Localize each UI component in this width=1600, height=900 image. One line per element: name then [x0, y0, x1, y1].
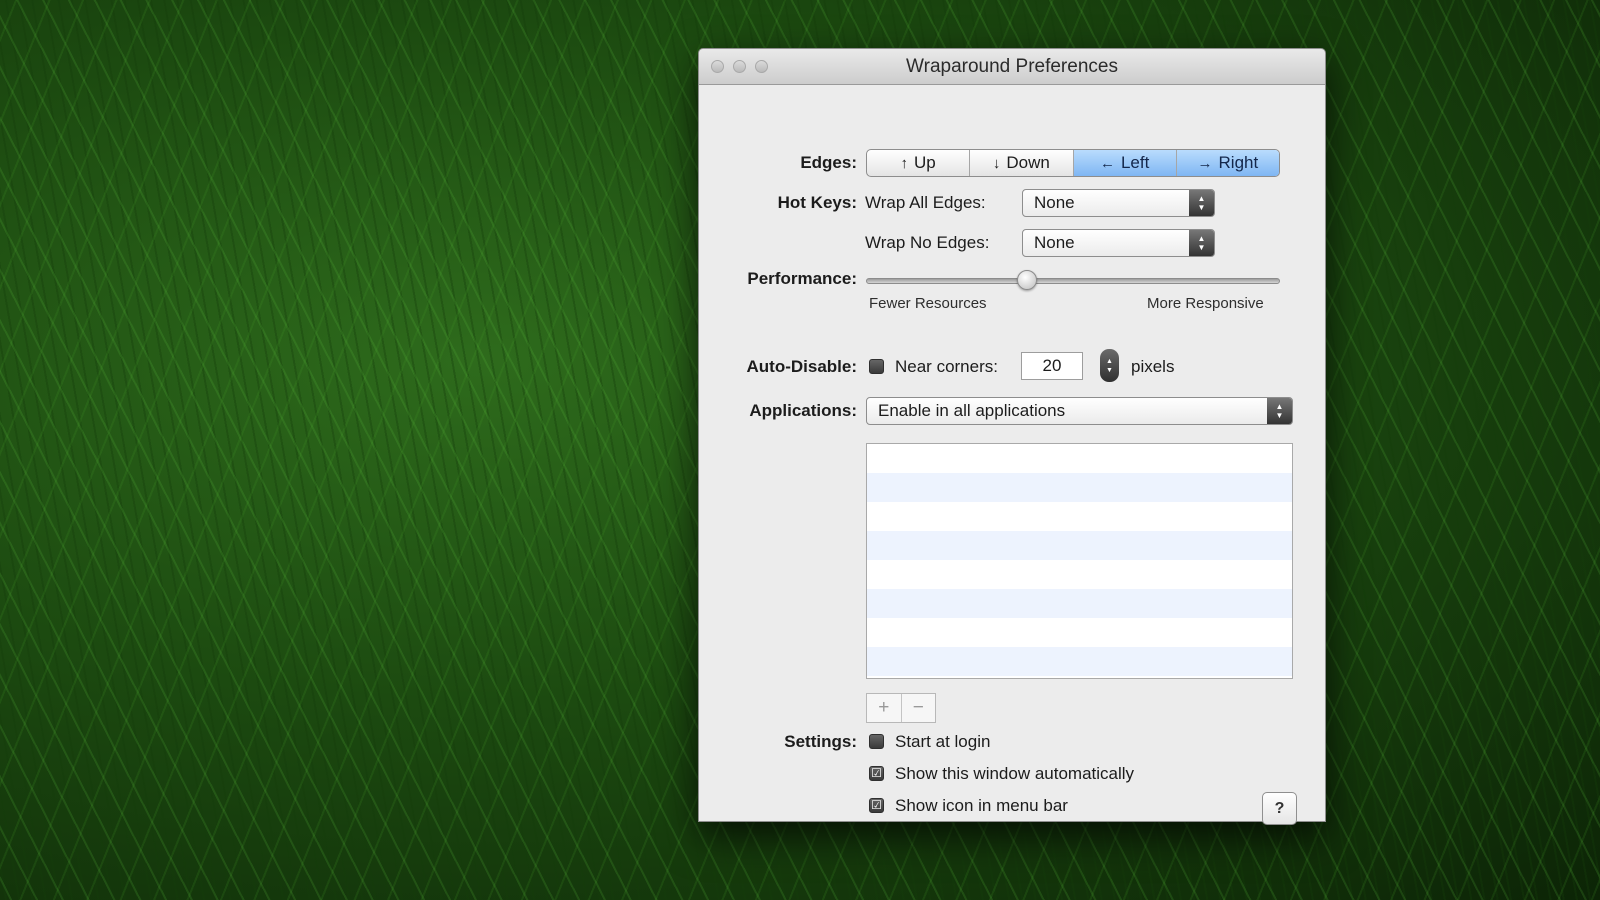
add-application-button[interactable]: + [867, 694, 902, 722]
minimize-window-button[interactable] [733, 60, 746, 73]
list-row[interactable] [867, 531, 1292, 560]
applications-popup[interactable]: Enable in all applications ▲ ▼ [866, 397, 1293, 425]
applications-label: Applications: [749, 401, 857, 420]
edge-left-segment[interactable]: ← Left [1073, 150, 1177, 176]
wrap-all-edges-label: Wrap All Edges: [865, 193, 986, 212]
performance-label: Performance: [747, 269, 857, 288]
performance-slider-knob[interactable] [1017, 270, 1038, 290]
arrow-down-icon: ↓ [992, 154, 1001, 172]
popup-arrows-icon: ▲ ▼ [1189, 190, 1214, 216]
list-row[interactable] [867, 502, 1292, 531]
close-window-button[interactable] [711, 60, 724, 73]
preferences-window: Wraparound Preferences Edges: ↑ Up ↓ Dow… [698, 48, 1326, 825]
edge-right-segment[interactable]: → Right [1176, 150, 1279, 176]
wrap-no-edges-popup[interactable]: None ▲ ▼ [1022, 229, 1215, 257]
list-row[interactable] [867, 560, 1292, 589]
preferences-content: Edges: ↑ Up ↓ Down ← Left → Right Hot Ke… [699, 85, 1325, 825]
remove-application-button[interactable]: − [902, 694, 936, 722]
edge-left-label: Left [1120, 153, 1150, 172]
arrow-right-icon: → [1197, 154, 1213, 172]
edge-down-segment[interactable]: ↓ Down [970, 150, 1074, 176]
pixels-unit-label: pixels [1131, 357, 1175, 376]
wrap-all-edges-value: None [1034, 193, 1075, 212]
edge-up-segment[interactable]: ↑ Up [867, 150, 971, 176]
help-button[interactable]: ? [1262, 792, 1297, 825]
show-window-checkbox[interactable]: ☑ [869, 766, 884, 781]
corner-pixels-field[interactable]: 20 [1021, 352, 1083, 380]
hotkeys-label: Hot Keys: [777, 193, 857, 212]
menu-bar-icon-checkbox[interactable]: ☑ [869, 798, 884, 813]
wrap-all-edges-popup[interactable]: None ▲ ▼ [1022, 189, 1215, 217]
near-corners-label: Near corners: [895, 357, 998, 376]
title-bar[interactable]: Wraparound Preferences [699, 49, 1325, 85]
window-title: Wraparound Preferences [906, 55, 1118, 77]
wrap-no-edges-value: None [1034, 233, 1075, 252]
edges-label: Edges: [800, 153, 857, 172]
arrow-left-icon: ← [1099, 154, 1115, 172]
slider-min-label: Fewer Resources [869, 295, 987, 312]
list-row[interactable] [867, 647, 1292, 676]
list-row[interactable] [867, 618, 1292, 647]
slider-max-label: More Responsive [1147, 295, 1264, 312]
wrap-no-edges-label: Wrap No Edges: [865, 233, 990, 252]
list-button-bar: + − [866, 693, 936, 723]
edge-down-label: Down [1006, 153, 1050, 172]
near-corners-checkbox[interactable] [869, 359, 884, 374]
arrow-up-icon: ↑ [900, 154, 909, 172]
list-row[interactable] [867, 473, 1292, 502]
edge-right-label: Right [1218, 153, 1259, 172]
start-at-login-checkbox[interactable] [869, 734, 884, 749]
edge-up-label: Up [914, 153, 936, 172]
applications-popup-value: Enable in all applications [878, 401, 1066, 420]
corner-pixels-stepper[interactable]: ▲ ▼ [1100, 349, 1119, 382]
list-row[interactable] [867, 589, 1292, 618]
settings-label: Settings: [784, 732, 857, 751]
start-at-login-label: Start at login [895, 732, 991, 751]
popup-arrows-icon: ▲ ▼ [1267, 398, 1292, 424]
show-window-label: Show this window automatically [895, 764, 1135, 783]
window-controls [711, 60, 768, 73]
zoom-window-button[interactable] [755, 60, 768, 73]
edges-segmented-control: ↑ Up ↓ Down ← Left → Right [866, 149, 1280, 177]
list-row[interactable] [867, 444, 1292, 473]
applications-list[interactable] [866, 443, 1293, 679]
popup-arrows-icon: ▲ ▼ [1189, 230, 1214, 256]
menu-bar-icon-label: Show icon in menu bar [895, 796, 1068, 815]
performance-slider-track[interactable] [866, 278, 1280, 284]
auto-disable-label: Auto-Disable: [746, 357, 858, 376]
